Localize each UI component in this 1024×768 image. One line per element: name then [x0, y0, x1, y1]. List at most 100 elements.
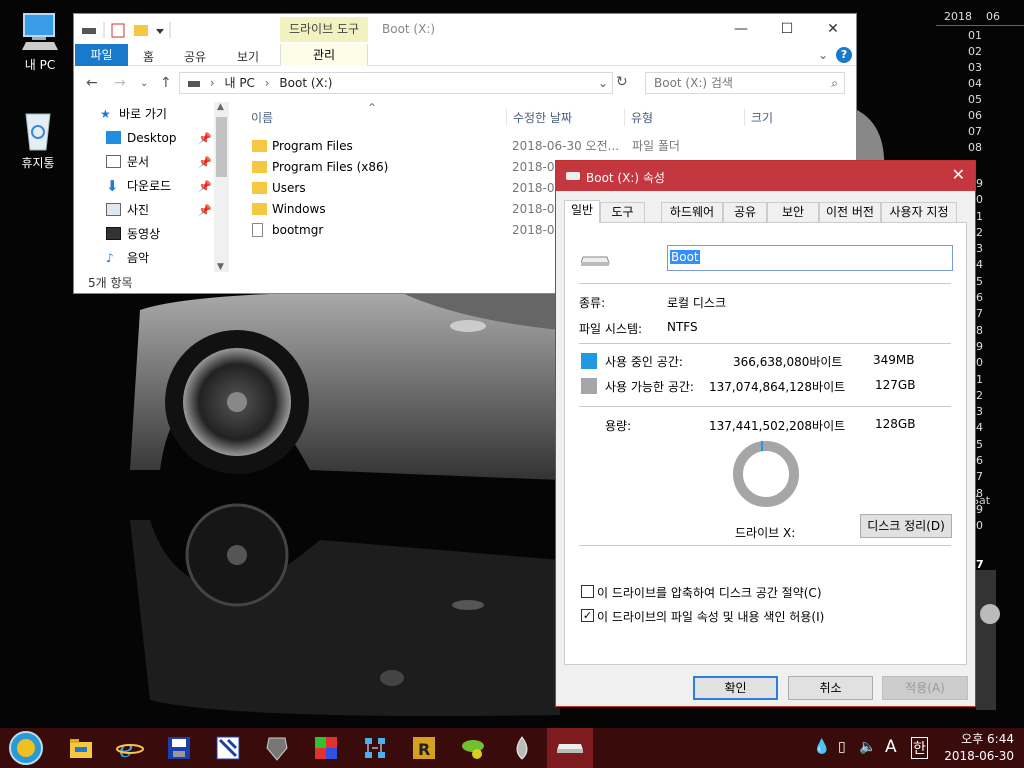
column-type[interactable]: 유형: [624, 109, 653, 126]
cancel-button[interactable]: 취소: [788, 676, 873, 700]
forward-icon[interactable]: →: [114, 75, 126, 91]
tab-sharing[interactable]: 공유: [723, 202, 767, 222]
pin-icon[interactable]: 📌: [198, 175, 212, 199]
breadcrumb-root[interactable]: 내 PC: [224, 76, 254, 90]
disk-cleanup-button[interactable]: 디스크 정리(D): [860, 514, 952, 538]
file-explorer-icon[interactable]: [67, 734, 95, 762]
sidebar-item-music[interactable]: ♪ 음악: [74, 246, 228, 270]
calendar-day-digit: 7: [976, 470, 983, 484]
column-size[interactable]: 크기: [744, 109, 773, 126]
back-icon[interactable]: ←: [86, 75, 98, 91]
sidebar-item-downloads[interactable]: ⬇ 다운로드 📌: [74, 174, 228, 198]
folder-icon: [252, 140, 267, 152]
taskbar-active-item[interactable]: [547, 728, 593, 768]
refresh-icon[interactable]: ↻: [616, 74, 628, 90]
sidebar-item-videos[interactable]: 동영상: [74, 222, 228, 246]
drive-tools-context-tab[interactable]: 드라이브 도구: [280, 17, 368, 42]
column-name[interactable]: 이름: [251, 109, 273, 126]
documents-icon: [106, 155, 121, 168]
compress-label: 이 드라이브를 압축하여 디스크 공간 절약(C): [597, 586, 822, 600]
scroll-down-icon[interactable]: ▼: [217, 262, 224, 272]
minimize-button[interactable]: —: [718, 14, 764, 44]
filesystem-value: NTFS: [667, 320, 698, 334]
ok-button[interactable]: 확인: [693, 676, 778, 700]
this-pc-desktop-icon[interactable]: 내 PC: [10, 10, 70, 73]
r-app-icon[interactable]: R: [410, 734, 438, 762]
address-bar[interactable]: › 내 PC › Boot (X:) ⌄: [179, 72, 613, 94]
properties-icon: [111, 23, 125, 38]
tab-manage[interactable]: 관리: [280, 44, 368, 66]
scrollbar-thumb[interactable]: [216, 117, 227, 177]
calendar-day: 06: [968, 109, 982, 122]
nav-scrollbar[interactable]: ▲ ▼: [214, 102, 229, 272]
tab-tools[interactable]: 도구: [600, 202, 645, 222]
desktop-folder-icon: [106, 131, 121, 144]
free-space-swatch: [581, 378, 597, 394]
scroll-up-icon[interactable]: ▲: [217, 102, 224, 112]
taskbar-clock[interactable]: 오후 6:44 2018-06-30: [940, 731, 1014, 765]
recent-locations-icon[interactable]: ⌄: [140, 78, 148, 89]
maximize-button[interactable]: ☐: [764, 14, 810, 44]
taskbar: e R 💧 ▯ 🔈 A 한 오후 6:44 2018-06-30: [0, 728, 1024, 768]
address-dropdown-icon[interactable]: ⌄: [598, 73, 608, 93]
up-icon[interactable]: ↑: [160, 75, 172, 91]
pin-icon[interactable]: 📌: [198, 199, 212, 223]
transformer-icon[interactable]: [263, 734, 291, 762]
star-icon: ★: [100, 107, 111, 121]
sidebar-item-quick-access[interactable]: ★ 바로 가기: [74, 102, 228, 126]
leaf-app-icon[interactable]: [459, 734, 487, 762]
breadcrumb-current[interactable]: Boot (X:): [279, 76, 332, 90]
new-folder-icon: [134, 25, 148, 36]
sidebar-item-pictures[interactable]: 사진 📌: [74, 198, 228, 222]
calendar-day-digit: 0: [976, 519, 983, 533]
input-mode-indicator[interactable]: A: [885, 737, 897, 757]
tab-customize[interactable]: 사용자 지정: [881, 202, 957, 222]
ie-icon[interactable]: e: [116, 734, 144, 762]
drive-letter-label: 드라이브 X:: [735, 526, 796, 540]
tab-previous-versions[interactable]: 이전 버전: [819, 202, 881, 222]
search-input[interactable]: Boot (X:) 검색 ⌕: [645, 72, 845, 94]
sidebar-item-label: 동영상: [127, 227, 161, 241]
tab-hardware[interactable]: 하드웨어: [661, 202, 723, 222]
network-map-icon[interactable]: [361, 734, 389, 762]
start-orb-icon[interactable]: [8, 730, 44, 766]
close-icon[interactable]: ✕: [952, 165, 965, 184]
calendar-day: 07: [968, 125, 982, 138]
list-item[interactable]: Program Files 2018-06-30 오전... 파일 폴더: [252, 136, 852, 157]
tab-home[interactable]: 홈: [143, 48, 154, 65]
tab-share[interactable]: 공유: [184, 48, 206, 65]
sidebar-item-label: 바로 가기: [119, 107, 167, 121]
volume-icon[interactable]: 🔈: [859, 739, 876, 755]
color-tool-icon[interactable]: [312, 734, 340, 762]
network-tool-icon[interactable]: [214, 734, 242, 762]
help-icon[interactable]: ?: [836, 47, 852, 63]
sidebar-item-label: 사진: [127, 203, 150, 217]
water-drop-tray-icon[interactable]: 💧: [813, 739, 830, 755]
volume-name-input[interactable]: Boot: [667, 245, 953, 271]
recycle-bin-desktop-icon[interactable]: 휴지통: [8, 108, 68, 171]
save-disk-icon[interactable]: [165, 734, 193, 762]
pin-icon[interactable]: 📌: [198, 151, 212, 175]
compress-checkbox[interactable]: [581, 585, 594, 598]
usb-drive-icon[interactable]: ▯: [838, 739, 846, 755]
column-date[interactable]: 수정한 날짜: [506, 109, 572, 126]
sidebar-item-desktop[interactable]: Desktop 📌: [74, 126, 228, 150]
ribbon-expand-icon[interactable]: ⌄: [818, 48, 828, 62]
used-space-size: 349MB: [873, 353, 915, 367]
status-bar-count: 5개 항목: [88, 276, 133, 290]
explorer-title-bar: 드라이브 도구 Boot (X:) — ☐ ✕: [74, 14, 856, 44]
tab-general[interactable]: 일반: [564, 200, 600, 223]
index-checkbox[interactable]: ✓: [581, 609, 594, 622]
sidebar-item-documents[interactable]: 문서 📌: [74, 150, 228, 174]
search-placeholder: Boot (X:) 검색: [654, 76, 733, 90]
tab-security[interactable]: 보안: [767, 202, 819, 222]
tab-file[interactable]: 파일: [75, 44, 128, 66]
apply-button[interactable]: 적용(A): [882, 676, 968, 700]
calendar-day-digit: 1: [976, 372, 983, 386]
close-button[interactable]: ✕: [810, 14, 856, 44]
tab-view[interactable]: 보기: [237, 48, 259, 65]
drive-icon: [557, 744, 583, 753]
ime-language-indicator[interactable]: 한: [911, 737, 928, 759]
water-drop-icon[interactable]: [508, 734, 536, 762]
pin-icon[interactable]: 📌: [198, 127, 212, 151]
